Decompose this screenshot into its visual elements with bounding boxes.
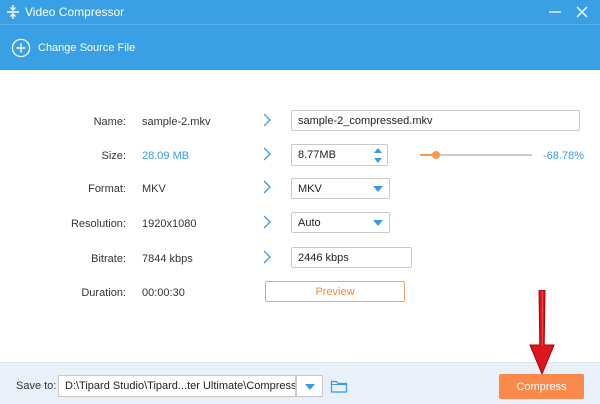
size-label: Size: (101, 150, 126, 162)
footer-bar: Save to: D:\Tipard Studio\Tipard...ter U… (0, 362, 600, 404)
save-path-dropdown[interactable] (296, 375, 323, 397)
close-icon[interactable] (572, 2, 592, 22)
source-resolution-value: 1920x1080 (142, 218, 197, 230)
toolbar: Change Source File (0, 24, 600, 70)
format-label: Format: (88, 183, 126, 195)
title-bar: Video Compressor (0, 0, 600, 24)
source-bitrate-value: 7844 kbps (142, 253, 193, 265)
output-name-text: sample-2_compressed.mkv (298, 114, 433, 127)
change-source-file-button[interactable]: Change Source File (38, 42, 135, 54)
source-size-value: 28.09 MB (142, 150, 190, 162)
chevron-right-icon (263, 113, 271, 127)
save-path-text: D:\Tipard Studio\Tipard...ter Ultimate\C… (65, 380, 296, 392)
source-duration-value: 00:00:30 (142, 287, 185, 299)
bitrate-label: Bitrate: (91, 253, 126, 265)
size-reduction-percent: -68.78% (543, 150, 584, 162)
compress-button[interactable]: Compress (499, 374, 584, 399)
source-format-value: MKV (142, 183, 166, 195)
preview-button[interactable]: Preview (265, 281, 405, 302)
add-circle-icon[interactable] (11, 38, 31, 58)
output-size-stepper[interactable]: 8.77MB (291, 144, 388, 166)
chevron-right-icon (263, 180, 271, 194)
minimize-icon[interactable] (545, 2, 565, 22)
compress-app-icon (7, 5, 19, 19)
resolution-label: Resolution: (70, 218, 126, 230)
output-format-select[interactable]: MKV (291, 178, 390, 199)
dropdown-arrow-icon (373, 220, 383, 226)
output-bitrate-field[interactable]: 2446 kbps (291, 247, 412, 268)
output-resolution-text: Auto (298, 216, 321, 229)
save-path-field[interactable]: D:\Tipard Studio\Tipard...ter Ultimate\C… (58, 375, 296, 397)
spin-up-icon[interactable] (373, 147, 383, 154)
chevron-right-icon (263, 147, 271, 161)
size-slider[interactable] (420, 151, 532, 159)
window-title: Video Compressor (25, 5, 125, 19)
dropdown-arrow-icon (305, 384, 315, 390)
save-to-label: Save to: (16, 380, 57, 392)
spin-down-icon[interactable] (373, 157, 383, 164)
output-size-text: 8.77MB (298, 149, 336, 161)
output-resolution-select[interactable]: Auto (291, 212, 390, 233)
output-format-text: MKV (298, 182, 322, 195)
source-name-value: sample-2.mkv (142, 116, 211, 128)
output-name-field[interactable]: sample-2_compressed.mkv (291, 110, 580, 131)
name-label: Name: (93, 116, 126, 128)
red-arrow-annotation (529, 290, 555, 374)
folder-icon[interactable] (330, 378, 348, 394)
dropdown-arrow-icon (373, 186, 383, 192)
duration-label: Duration: (81, 287, 126, 299)
chevron-right-icon (263, 215, 271, 229)
output-bitrate-text: 2446 kbps (298, 251, 349, 264)
chevron-right-icon (263, 250, 271, 264)
size-slider-thumb[interactable] (431, 151, 440, 159)
